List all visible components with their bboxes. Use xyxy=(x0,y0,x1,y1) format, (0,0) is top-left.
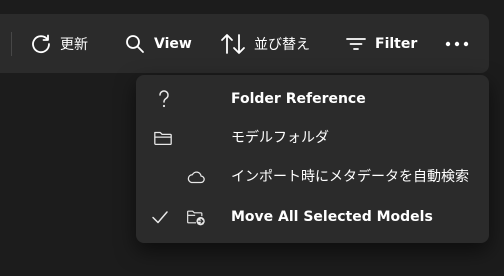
menu-item-label: Move All Selected Models xyxy=(231,209,433,225)
question-mark-icon xyxy=(154,89,174,109)
sort-arrows-icon xyxy=(220,32,246,56)
more-horizontal-icon xyxy=(444,40,470,48)
view-label: View xyxy=(154,36,192,52)
filter-icon xyxy=(345,33,367,55)
app-window: 更新 View 並び替え Filter Folder Reference モデル… xyxy=(0,0,504,276)
search-icon xyxy=(124,33,146,55)
menu-item-label: Folder Reference xyxy=(231,91,366,107)
folder-move-icon xyxy=(186,207,206,227)
command-bar: 更新 View 並び替え Filter xyxy=(0,14,489,73)
menu-item-label: モデルフォルダ xyxy=(231,130,329,146)
menu-item-move-all-selected[interactable]: Move All Selected Models xyxy=(136,197,489,237)
refresh-button[interactable]: 更新 xyxy=(30,24,88,64)
refresh-icon xyxy=(30,33,52,55)
filter-label: Filter xyxy=(375,36,418,52)
refresh-label: 更新 xyxy=(60,37,88,53)
more-options-menu: Folder Reference モデルフォルダ インポート時にメタデータを自動… xyxy=(136,75,489,243)
menu-item-model-folder[interactable]: モデルフォルダ xyxy=(136,118,489,158)
sort-label: 並び替え xyxy=(254,37,310,53)
filter-button[interactable]: Filter xyxy=(345,24,417,64)
sort-button[interactable]: 並び替え xyxy=(220,24,310,64)
toolbar-divider xyxy=(11,32,12,56)
menu-item-folder-reference[interactable]: Folder Reference xyxy=(136,79,489,119)
cloud-icon xyxy=(186,167,206,187)
folder-icon xyxy=(153,128,173,148)
menu-item-auto-search-metadata[interactable]: インポート時にメタデータを自動検索 xyxy=(136,157,489,197)
more-options-button[interactable] xyxy=(444,24,470,64)
checkmark-icon xyxy=(150,207,170,227)
view-button[interactable]: View xyxy=(124,24,192,64)
menu-item-label: インポート時にメタデータを自動検索 xyxy=(231,169,469,185)
